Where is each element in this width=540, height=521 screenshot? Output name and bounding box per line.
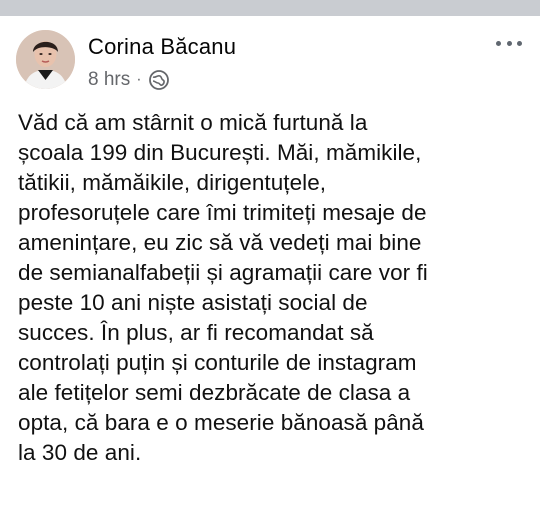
post-line: Văd că am stârnit o mică furtună la bbox=[18, 110, 368, 135]
post-line: peste 10 ani niște asistați social de bbox=[18, 290, 368, 315]
more-dot bbox=[496, 40, 501, 46]
post-line: de semianalfabeții și agramații care vor… bbox=[18, 260, 428, 285]
more-dot bbox=[506, 40, 512, 46]
post-timestamp[interactable]: 8 hrs bbox=[88, 69, 130, 91]
globe-icon[interactable] bbox=[148, 69, 170, 91]
post-line: succes. În plus, ar fi recomandat să bbox=[18, 320, 374, 345]
post-line: profesoruțele care îmi trimiteți mesaje … bbox=[18, 200, 427, 225]
post-line: opta, că bara e o meserie bănoasă până bbox=[18, 410, 424, 435]
post-line: controlați puțin și conturile de instagr… bbox=[18, 350, 417, 375]
post-line: tătikii, mămăikile, dirigentuțele, bbox=[18, 170, 327, 195]
post-author-name[interactable]: Corina Băcanu bbox=[88, 34, 236, 60]
more-dot bbox=[517, 40, 522, 46]
post-line: amenințare, eu zic să vă vedeți mai bine bbox=[18, 230, 422, 255]
post-line: școala 199 din București. Măi, mămikile, bbox=[18, 140, 422, 165]
post-body: Văd că am stârnit o mică furtună la școa… bbox=[18, 108, 528, 468]
top-separator-band bbox=[0, 0, 540, 16]
more-options-icon[interactable] bbox=[496, 34, 522, 52]
post-meta: 8 hrs · bbox=[88, 68, 170, 92]
post-line: la 30 de ani. bbox=[18, 440, 142, 465]
avatar[interactable] bbox=[16, 30, 75, 89]
post-line: ale fetițelor semi dezbrăcate de clasa a bbox=[18, 380, 411, 405]
meta-separator: · bbox=[136, 71, 142, 88]
